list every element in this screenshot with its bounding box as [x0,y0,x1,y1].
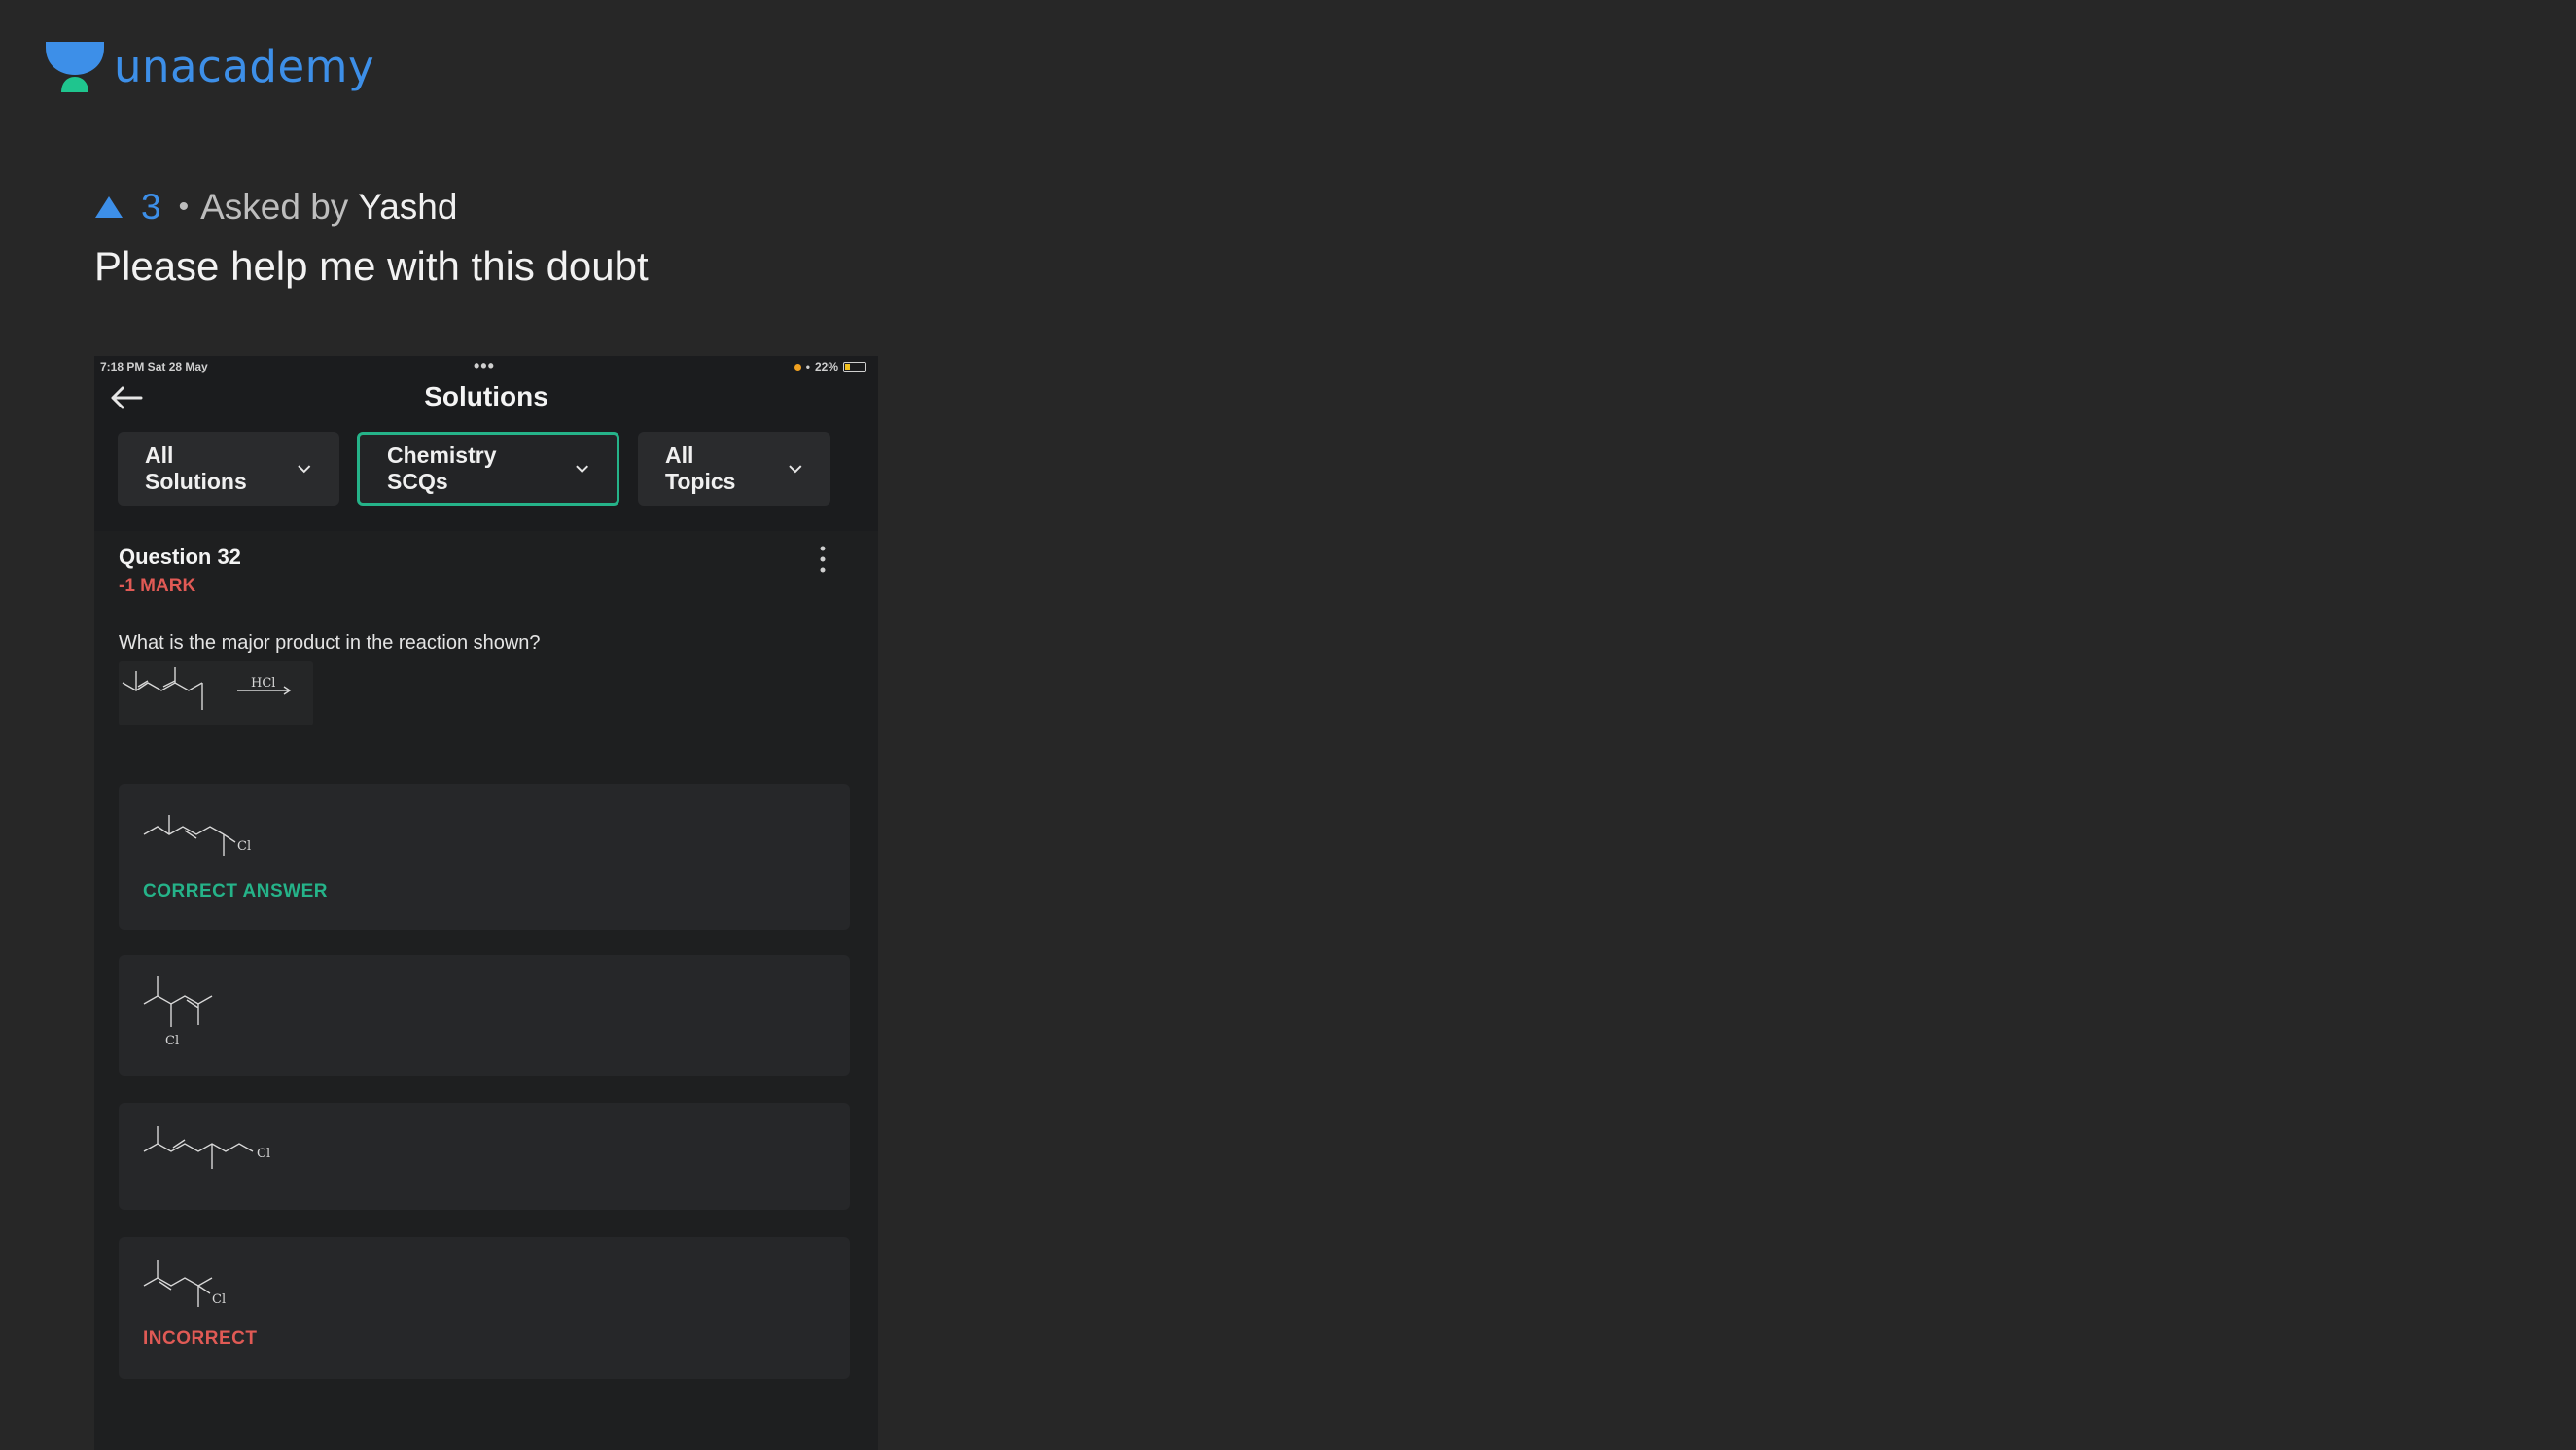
wifi-icon: • [805,360,810,373]
separator-dot: • [178,191,190,223]
option-card[interactable]: Cl [119,1103,850,1210]
status-dots: ••• [474,356,495,375]
chevron-down-icon [789,465,802,474]
substituent-label: Cl [212,1292,226,1307]
app-header: 7:18 PM Sat 28 May ••• • 22% Solutions A… [94,356,878,531]
option-status: INCORRECT [143,1328,258,1349]
reaction-figure: HCl [119,661,313,725]
doubt-title: Please help me with this doubt [94,243,649,289]
recording-dot-icon [794,363,801,371]
question-number: Question 32 [119,545,241,569]
filter-label: Chemistry SCQs [387,442,497,494]
unacademy-logo-icon [46,41,104,92]
solutions-title: Solutions [424,381,548,411]
option-status: CORRECT ANSWER [143,881,328,902]
option-card[interactable]: Cl INCORRECT [119,1237,850,1379]
substituent-label: Cl [237,839,251,854]
reagent-label: HCl [251,676,275,690]
filter-chemistry-scqs[interactable]: Chemistry SCQs [357,432,619,506]
asker-name[interactable]: Yashd [358,187,457,228]
reaction-structure: HCl [122,667,292,710]
chevron-down-icon [575,465,588,474]
option-card[interactable]: Cl [119,955,850,1076]
filter-label: All Topics [665,442,736,494]
question-marks: -1 MARK [119,576,196,596]
doubt-meta: 3 • Asked by Yashd [94,187,457,228]
filter-all-solutions[interactable]: All Solutions [118,432,339,506]
filter-all-topics[interactable]: All Topics [638,432,830,506]
question-text: What is the major product in the reactio… [119,632,541,654]
filter-label: All Solutions [145,442,247,494]
status-time: 7:18 PM Sat 28 May [100,360,208,373]
asked-by-label: Asked by [200,187,349,227]
option-structure: Cl [143,976,213,1048]
option-structure: Cl [143,1260,226,1307]
option-card[interactable]: Cl CORRECT ANSWER [119,784,850,930]
brand-name: unacademy [114,41,375,92]
status-right: • 22% [794,360,866,373]
substituent-label: Cl [165,1034,179,1048]
brand-logo[interactable]: unacademy [46,41,374,92]
option-structure: Cl [143,1126,270,1169]
battery-percent: 22% [814,360,838,373]
attached-screenshot[interactable]: 7:18 PM Sat 28 May ••• • 22% Solutions A… [94,356,878,1450]
upvote-count: 3 [141,187,161,227]
substituent-label: Cl [257,1147,270,1161]
upvote-arrow-icon[interactable] [94,195,124,220]
chevron-down-icon [298,465,311,474]
battery-icon [843,361,866,372]
option-structure: Cl [143,815,251,856]
more-options-icon[interactable] [819,545,827,574]
